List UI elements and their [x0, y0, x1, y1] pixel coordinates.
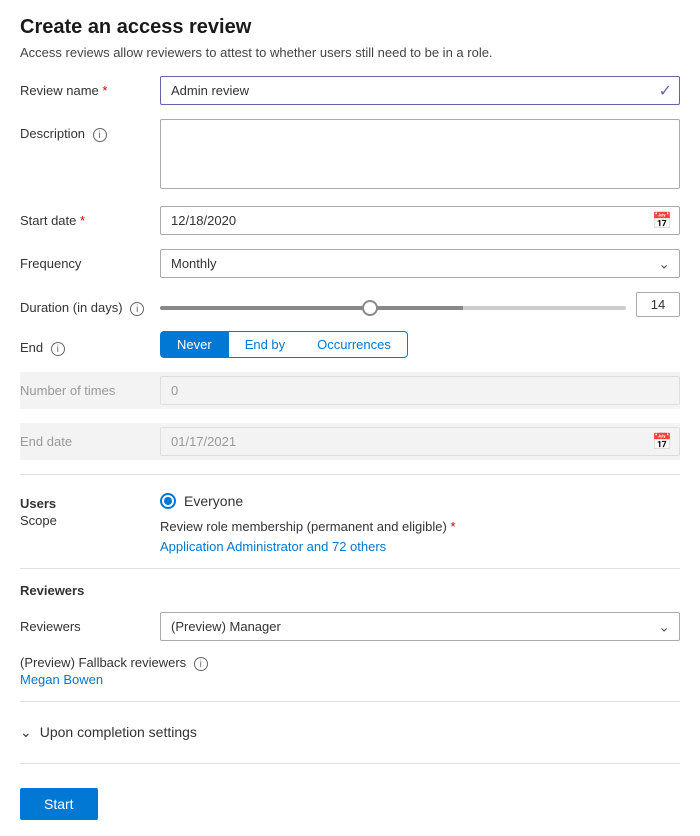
description-input[interactable] [160, 119, 680, 189]
scope-label: Scope [20, 513, 160, 528]
description-label: Description i [20, 119, 160, 142]
end-occurrences-button[interactable]: Occurrences [301, 331, 408, 358]
review-membership-link[interactable]: Application Administrator and 72 others [160, 539, 386, 554]
review-name-label: Review name * [20, 76, 160, 98]
users-label: Users [20, 496, 160, 511]
fallback-reviewer-link[interactable]: Megan Bowen [20, 672, 103, 687]
reviewers-label: Reviewers [20, 612, 160, 634]
reviewers-section-label: Reviewers [20, 583, 84, 598]
duration-value: 14 [636, 292, 680, 317]
fallback-info-icon: i [194, 657, 208, 671]
end-by-button[interactable]: End by [229, 331, 301, 358]
start-date-input[interactable] [160, 206, 680, 235]
completion-settings-toggle[interactable]: ⌄ Upon completion settings [20, 716, 680, 749]
reviewers-select[interactable]: (Preview) Manager Selected users Members… [160, 612, 680, 641]
completion-chevron-icon: ⌄ [20, 724, 32, 741]
check-icon: ✓ [659, 81, 672, 101]
duration-label: Duration (in days) i [20, 293, 160, 316]
divider-reviewers [20, 568, 680, 569]
page-subtitle: Access reviews allow reviewers to attest… [20, 45, 680, 60]
duration-info-icon: i [130, 302, 144, 316]
divider-footer [20, 763, 680, 764]
end-label: End i [20, 333, 160, 356]
end-date-label: End date [20, 427, 160, 449]
number-of-times-input [160, 376, 680, 405]
review-membership-label: Review role membership (permanent and el… [160, 519, 680, 534]
end-info-icon: i [51, 342, 65, 356]
duration-slider[interactable] [160, 306, 626, 310]
calendar-icon: 📅 [652, 211, 672, 231]
scope-everyone-radio[interactable] [160, 493, 176, 509]
end-never-button[interactable]: Never [160, 331, 229, 358]
review-name-input[interactable] [160, 76, 680, 105]
end-date-input [160, 427, 680, 456]
start-button[interactable]: Start [20, 788, 98, 820]
number-of-times-label: Number of times [20, 376, 160, 398]
divider-users [20, 474, 680, 475]
start-date-label: Start date * [20, 206, 160, 228]
page-title: Create an access review [20, 16, 680, 39]
fallback-label: (Preview) Fallback reviewers i [20, 655, 680, 671]
end-date-calendar-icon: 📅 [652, 432, 672, 452]
frequency-select[interactable]: Daily Weekly Monthly Quarterly Annually [160, 249, 680, 278]
scope-everyone-label: Everyone [184, 493, 243, 509]
completion-settings-label: Upon completion settings [40, 724, 197, 740]
description-info-icon: i [93, 128, 107, 142]
divider-completion [20, 701, 680, 702]
frequency-label: Frequency [20, 249, 160, 271]
